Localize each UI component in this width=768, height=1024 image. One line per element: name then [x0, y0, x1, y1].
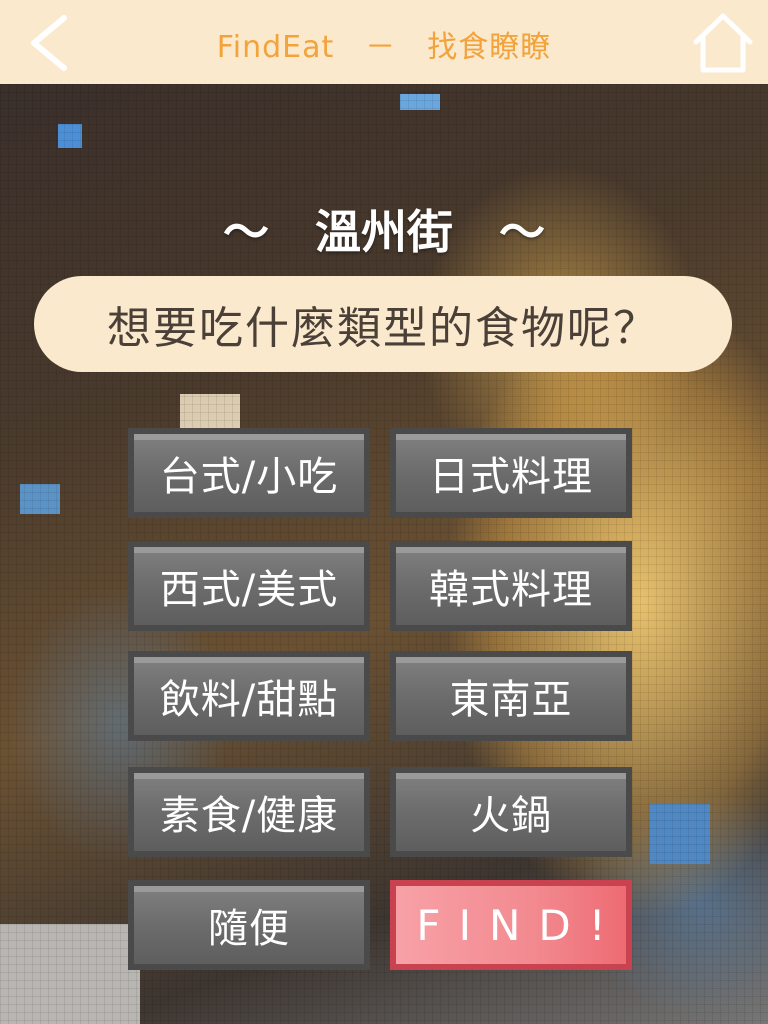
- find-label: FIND!: [396, 886, 626, 964]
- category-button-southeast-asian[interactable]: 東南亞: [390, 651, 632, 741]
- app-title: FindEat － 找食瞭瞭: [216, 30, 552, 65]
- location-title: ～ 溫州街 ～: [223, 205, 545, 259]
- category-button-anything[interactable]: 隨便: [128, 880, 370, 970]
- category-label: 素食/健康: [134, 773, 364, 851]
- question-bubble: 想要吃什麼類型的食物呢？: [34, 276, 732, 372]
- category-label: 火鍋: [396, 773, 626, 851]
- home-icon: [693, 13, 753, 73]
- category-button-taiwanese[interactable]: 台式/小吃: [128, 428, 370, 518]
- category-button-western[interactable]: 西式/美式: [128, 541, 370, 631]
- category-label: 飲料/甜點: [134, 657, 364, 735]
- category-button-drinks-desserts[interactable]: 飲料/甜點: [128, 651, 370, 741]
- category-button-hotpot[interactable]: 火鍋: [390, 767, 632, 857]
- question-text: 想要吃什麼類型的食物呢？: [107, 303, 659, 354]
- category-label: 西式/美式: [134, 547, 364, 625]
- app-header: FindEat － 找食瞭瞭: [0, 0, 768, 84]
- category-label: 韓式料理: [396, 547, 626, 625]
- category-label: 台式/小吃: [134, 434, 364, 512]
- category-label: 日式料理: [396, 434, 626, 512]
- category-button-japanese[interactable]: 日式料理: [390, 428, 632, 518]
- home-button[interactable]: [692, 12, 754, 74]
- category-button-korean[interactable]: 韓式料理: [390, 541, 632, 631]
- find-button[interactable]: FIND!: [390, 880, 632, 970]
- category-button-vegetarian[interactable]: 素食/健康: [128, 767, 370, 857]
- category-label: 東南亞: [396, 657, 626, 735]
- category-label: 隨便: [134, 886, 364, 964]
